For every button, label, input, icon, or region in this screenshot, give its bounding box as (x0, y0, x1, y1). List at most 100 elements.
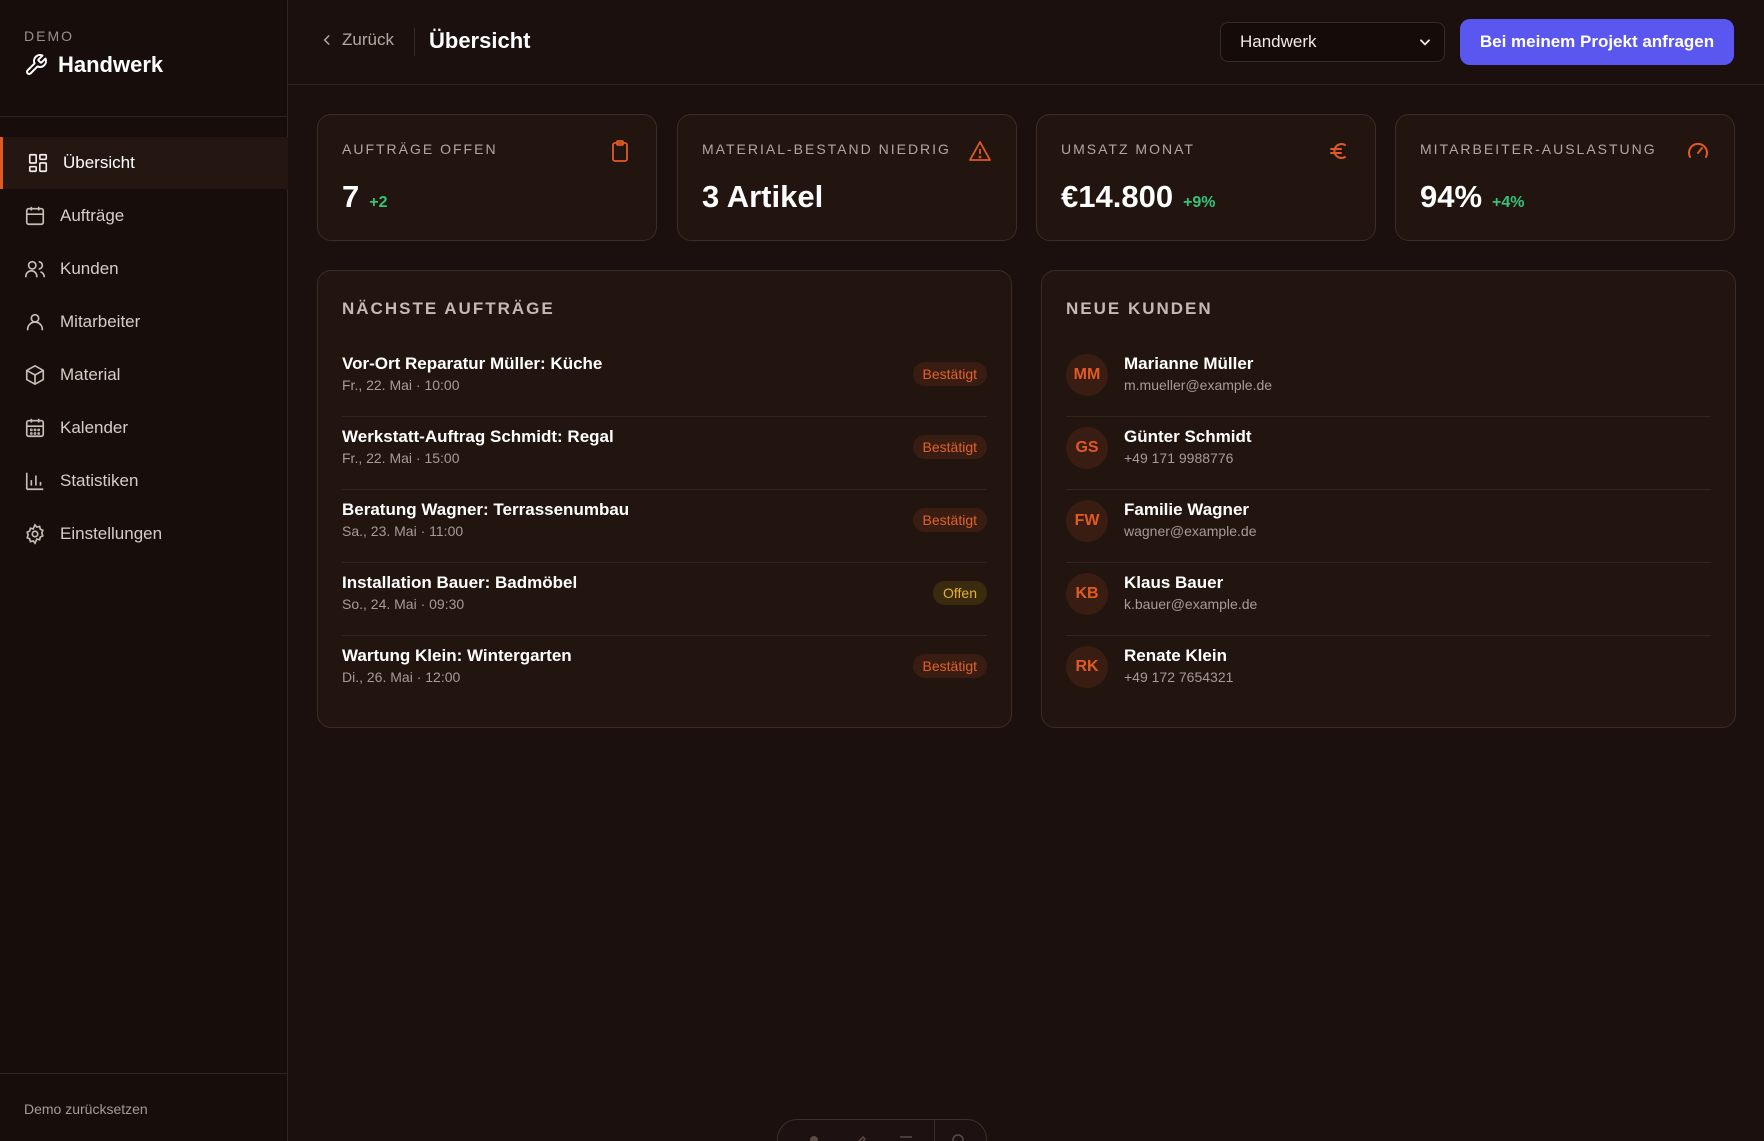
sidebar-divider-bottom (0, 1073, 288, 1074)
stat-value: 94% (1420, 179, 1483, 214)
order-title: Wartung Klein: Wintergarten (342, 646, 572, 665)
stat-value-row: €14.800 +9% (1061, 179, 1216, 215)
sidebar-item-auftraege[interactable]: Aufträge (0, 190, 288, 242)
list-item[interactable]: GS Günter Schmidt +49 171 9988776 (1066, 417, 1711, 490)
settings-icon[interactable] (950, 1132, 966, 1141)
order-title: Installation Bauer: Badmöbel (342, 573, 578, 592)
euro-icon (1330, 143, 1346, 159)
sidebar-item-label: Kalender (60, 418, 129, 437)
order-date: Fr., 22. Mai · 15:00 (342, 450, 460, 466)
avatar: FW (1066, 500, 1108, 542)
clipboard-icon (612, 140, 628, 162)
orders-list: Vor-Ort Reparatur Müller: Küche Fr., 22.… (342, 344, 987, 709)
grid-icon (28, 153, 48, 173)
customer-name: Marianne Müller (1124, 354, 1254, 373)
request-project-button[interactable]: Bei meinem Projekt anfragen (1460, 19, 1734, 65)
brand-title: Handwerk (58, 52, 164, 77)
order-date: Di., 26. Mai · 12:00 (342, 669, 461, 685)
stat-value: €14.800 (1061, 179, 1174, 214)
order-date: Fr., 22. Mai · 10:00 (342, 377, 460, 393)
sidebar-nav: Übersicht Aufträge Kunden Mitarbeiter Ma… (0, 137, 288, 561)
list-item[interactable]: RK Renate Klein +49 172 7654321 (1066, 636, 1711, 709)
brand-demo-label: DEMO (24, 28, 74, 44)
dock-divider (934, 1120, 935, 1141)
calendar-grid-icon (25, 418, 45, 438)
users-icon (25, 260, 45, 278)
list-item[interactable]: Installation Bauer: Badmöbel So., 24. Ma… (342, 563, 987, 636)
sidebar-item-label: Mitarbeiter (60, 312, 141, 331)
list-item[interactable]: KB Klaus Bauer k.bauer@example.de (1066, 563, 1711, 636)
sidebar-item-mitarbeiter[interactable]: Mitarbeiter (0, 296, 288, 348)
avatar: KB (1066, 573, 1108, 615)
order-date: So., 24. Mai · 09:30 (342, 596, 465, 612)
customer-contact: +49 172 7654321 (1124, 669, 1234, 685)
customer-name: Günter Schmidt (1124, 427, 1252, 446)
new-customers-panel: NEUE KUNDEN MM Marianne Müller m.mueller… (1041, 270, 1736, 728)
gauge-icon (1688, 142, 1708, 158)
order-title: Beratung Wagner: Terrassenumbau (342, 500, 630, 519)
customer-contact: +49 171 9988776 (1124, 450, 1234, 466)
pen-icon[interactable] (852, 1132, 868, 1141)
order-title: Werkstatt-Auftrag Schmidt: Regal (342, 427, 614, 446)
list-item[interactable]: Werkstatt-Auftrag Schmidt: Regal Fr., 22… (342, 417, 987, 490)
stat-delta: +9% (1183, 194, 1216, 211)
customer-name: Renate Klein (1124, 646, 1227, 665)
sidebar-item-einstellungen[interactable]: Einstellungen (0, 508, 288, 560)
sidebar-divider (0, 116, 288, 117)
list-item[interactable]: FW Familie Wagner wagner@example.de (1066, 490, 1711, 563)
order-date: Sa., 23. Mai · 11:00 (342, 523, 464, 539)
back-label: Zurück (342, 30, 394, 49)
status-badge: Bestätigt (912, 362, 987, 386)
list-item[interactable]: Wartung Klein: Wintergarten Di., 26. Mai… (342, 636, 987, 709)
customer-name: Klaus Bauer (1124, 573, 1224, 592)
status-badge: Offen (933, 581, 987, 605)
stat-card-revenue: UMSATZ MONAT €14.800 +9% (1036, 114, 1376, 241)
status-badge: Bestätigt (912, 435, 987, 459)
menu-icon[interactable] (898, 1132, 914, 1141)
back-button[interactable]: Zurück (320, 30, 394, 50)
stat-label: AUFTRÄGE OFFEN (342, 141, 498, 157)
industry-select[interactable]: Handwerk (1220, 22, 1445, 62)
sidebar-item-label: Kunden (60, 259, 119, 278)
header-divider (414, 28, 415, 56)
sidebar-item-label: Übersicht (63, 153, 135, 172)
upcoming-orders-panel: NÄCHSTE AUFTRÄGE Vor-Ort Reparatur Mülle… (317, 270, 1012, 728)
industry-select-value: Handwerk (1240, 32, 1317, 51)
stat-card-orders-open: AUFTRÄGE OFFEN 7 +2 (317, 114, 657, 241)
top-header: Zurück Übersicht Handwerk Bei meinem Pro… (288, 0, 1764, 85)
sidebar-item-uebersicht[interactable]: Übersicht (0, 137, 288, 189)
stat-value-row: 3 Artikel (702, 179, 833, 215)
list-item[interactable]: MM Marianne Müller m.mueller@example.de (1066, 344, 1711, 417)
status-badge: Bestätigt (912, 508, 987, 532)
sidebar-item-label: Einstellungen (60, 524, 163, 543)
user-icon (26, 313, 44, 331)
page-title: Übersicht (429, 28, 531, 53)
sidebar-item-label: Aufträge (60, 206, 125, 225)
stat-card-staff-utilization: MITARBEITER-AUSLASTUNG 94% +4% (1395, 114, 1735, 241)
list-item[interactable]: Beratung Wagner: Terrassenumbau Sa., 23.… (342, 490, 987, 563)
sidebar-item-statistiken[interactable]: Statistiken (0, 455, 288, 507)
stat-delta: +4% (1492, 194, 1525, 211)
reset-demo-link[interactable]: Demo zurücksetzen (24, 1101, 148, 1117)
wrench-icon (26, 54, 47, 75)
calendar-icon (25, 206, 45, 226)
customer-contact: wagner@example.de (1124, 523, 1257, 539)
sidebar-item-material[interactable]: Material (0, 349, 288, 401)
status-badge: Bestätigt (912, 654, 987, 678)
bottom-dock (777, 1119, 987, 1141)
stat-card-material-low: MATERIAL-BESTAND NIEDRIG 3 Artikel (677, 114, 1017, 241)
stat-label: MITARBEITER-AUSLASTUNG (1420, 141, 1657, 157)
list-item[interactable]: Vor-Ort Reparatur Müller: Küche Fr., 22.… (342, 344, 987, 417)
customer-contact: k.bauer@example.de (1124, 596, 1258, 612)
stat-label: UMSATZ MONAT (1061, 141, 1195, 157)
avatar: RK (1066, 646, 1108, 688)
sidebar-item-kunden[interactable]: Kunden (0, 243, 288, 295)
avatar: GS (1066, 427, 1108, 469)
stat-value: 7 (342, 179, 360, 214)
avatar: MM (1066, 354, 1108, 396)
sidebar-item-kalender[interactable]: Kalender (0, 402, 288, 454)
bar-chart-icon (25, 472, 44, 491)
customers-list: MM Marianne Müller m.mueller@example.de … (1066, 344, 1711, 709)
pointer-icon[interactable] (806, 1132, 822, 1141)
sidebar-item-label: Material (60, 365, 121, 384)
